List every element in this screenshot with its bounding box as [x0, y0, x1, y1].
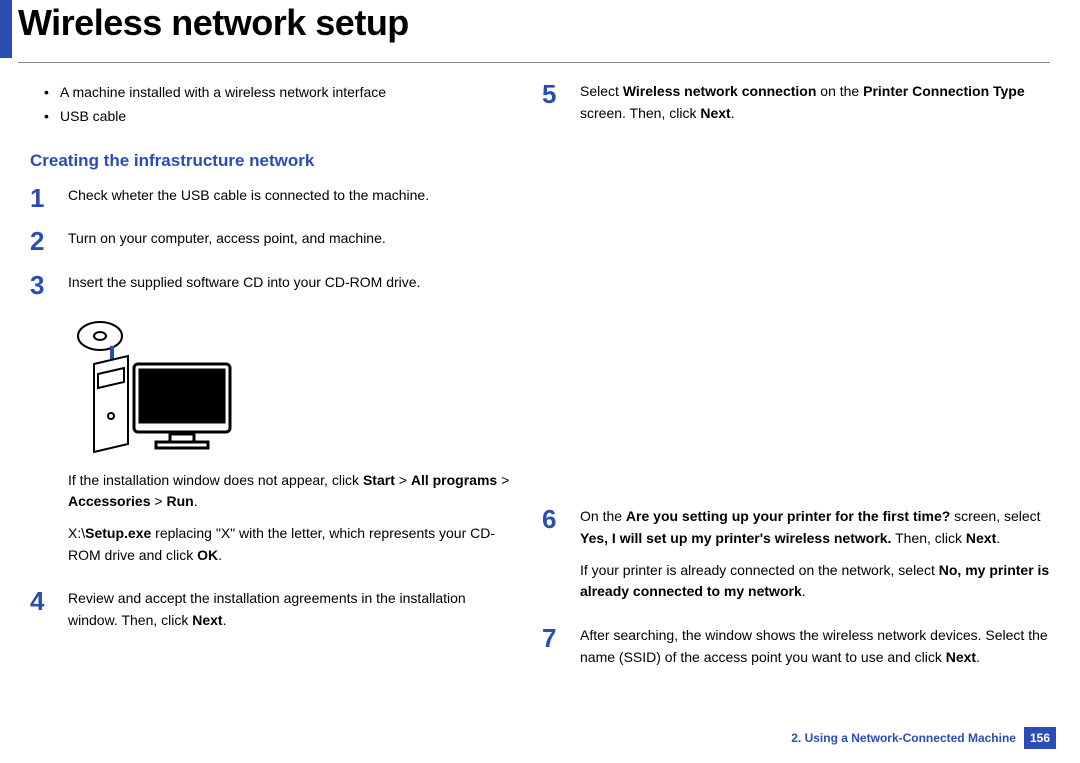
step-text: Select Wireless network connection on th… — [580, 81, 1050, 124]
step-body: Select Wireless network connection on th… — [580, 81, 1050, 134]
step-body: On the Are you setting up your printer f… — [580, 506, 1050, 613]
intro-bullet: USB cable — [44, 105, 512, 129]
step-6: 6 On the Are you setting up your printer… — [542, 506, 1050, 613]
step-number: 6 — [542, 506, 580, 532]
right-column: 5 Select Wireless network connection on … — [542, 81, 1050, 691]
page: Wireless network setup A machine install… — [0, 0, 1080, 763]
cd-computer-svg — [68, 316, 238, 456]
title-accent-bar — [0, 0, 12, 58]
title-block: Wireless network setup — [0, 0, 1080, 58]
footer: 2. Using a Network-Connected Machine 156 — [791, 727, 1056, 749]
step-text: If the installation window does not appe… — [68, 470, 512, 513]
content-columns: A machine installed with a wireless netw… — [0, 63, 1080, 691]
step-7: 7 After searching, the window shows the … — [542, 625, 1050, 678]
step-5: 5 Select Wireless network connection on … — [542, 81, 1050, 134]
step-number: 4 — [30, 588, 68, 614]
step-number: 1 — [30, 185, 68, 211]
step-3: 3 Insert the supplied software CD into y… — [30, 272, 512, 304]
step-body: After searching, the window shows the wi… — [580, 625, 1050, 678]
section-heading: Creating the infrastructure network — [30, 151, 512, 171]
step-number: 7 — [542, 625, 580, 651]
step-text: If your printer is already connected on … — [580, 560, 1050, 603]
step-number: 3 — [30, 272, 68, 298]
step-text: Review and accept the installation agree… — [68, 588, 512, 631]
intro-bullets: A machine installed with a wireless netw… — [30, 81, 512, 129]
step-text: Check wheter the USB cable is connected … — [68, 185, 512, 207]
step-3-cont: If the installation window does not appe… — [30, 470, 512, 577]
step-body: If the installation window does not appe… — [68, 470, 512, 577]
step-text: X:\Setup.exe replacing "X" with the lett… — [68, 523, 512, 566]
cd-computer-illustration — [68, 316, 512, 456]
step-4: 4 Review and accept the installation agr… — [30, 588, 512, 641]
step-body: Review and accept the installation agree… — [68, 588, 512, 641]
step-text: Turn on your computer, access point, and… — [68, 228, 512, 250]
step-body: Insert the supplied software CD into you… — [68, 272, 512, 304]
step-2: 2 Turn on your computer, access point, a… — [30, 228, 512, 260]
step-number: 5 — [542, 81, 580, 107]
step-number: 2 — [30, 228, 68, 254]
footer-chapter: 2. Using a Network-Connected Machine — [791, 731, 1016, 745]
step-1: 1 Check wheter the USB cable is connecte… — [30, 185, 512, 217]
intro-bullet: A machine installed with a wireless netw… — [44, 81, 512, 105]
step-body: Check wheter the USB cable is connected … — [68, 185, 512, 217]
step-text: On the Are you setting up your printer f… — [580, 506, 1050, 549]
footer-page-number: 156 — [1024, 727, 1056, 749]
step-body: Turn on your computer, access point, and… — [68, 228, 512, 260]
page-title: Wireless network setup — [18, 0, 409, 44]
left-column: A machine installed with a wireless netw… — [30, 81, 512, 691]
step-text: Insert the supplied software CD into you… — [68, 272, 512, 294]
step-5-screenshot-placeholder — [580, 146, 1050, 506]
step-text: After searching, the window shows the wi… — [580, 625, 1050, 668]
